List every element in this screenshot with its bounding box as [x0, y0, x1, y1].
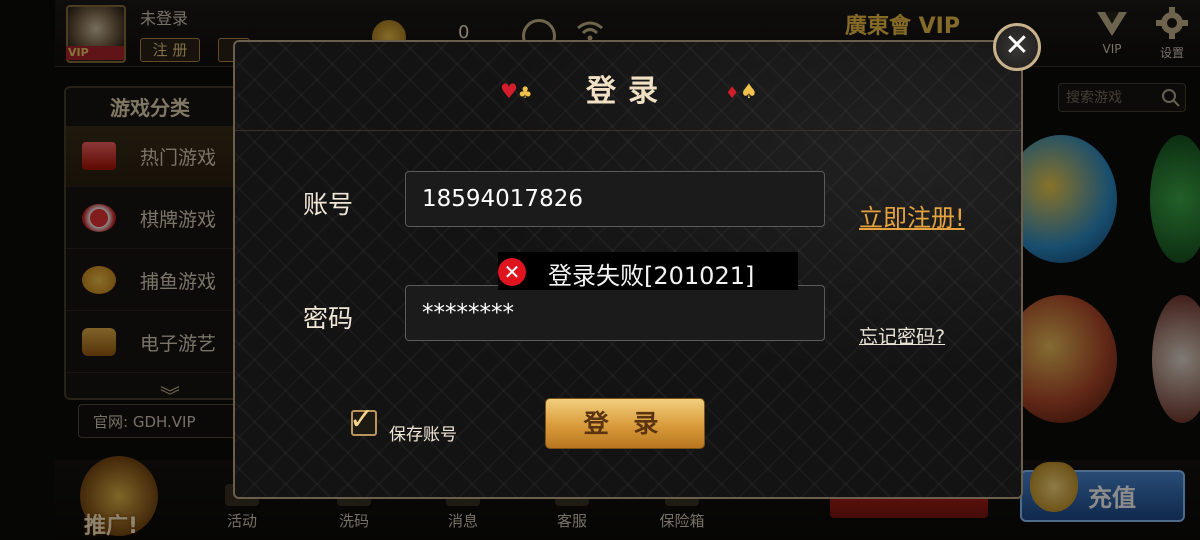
- check-icon: ✓: [349, 402, 375, 437]
- password-input[interactable]: [405, 285, 825, 341]
- close-icon: ✕: [1004, 28, 1030, 63]
- save-account-label[interactable]: 保存账号: [389, 420, 457, 445]
- error-message: 登录失败[201021]: [548, 262, 755, 290]
- password-label: 密码: [303, 304, 354, 333]
- error-icon: ✕: [498, 258, 526, 286]
- spade-icon: ♠: [740, 79, 758, 103]
- account-label: 账号: [303, 190, 354, 219]
- login-button[interactable]: 登 录: [545, 398, 705, 449]
- account-input[interactable]: [405, 171, 825, 227]
- login-dialog: ♥ ♣ 登录 ♦ ♠ 账号 立即注册! 密码 忘记密码? ✓ 保存账号 登 录 …: [233, 40, 1023, 499]
- forgot-password-link[interactable]: 忘记密码?: [859, 322, 945, 349]
- close-button[interactable]: ✕: [993, 23, 1041, 71]
- error-toast: ✕ 登录失败[201021]: [498, 252, 798, 290]
- diamond-suit-icon: ♦: [725, 83, 740, 102]
- register-link[interactable]: 立即注册!: [859, 198, 965, 233]
- dialog-title: 登录: [586, 74, 670, 109]
